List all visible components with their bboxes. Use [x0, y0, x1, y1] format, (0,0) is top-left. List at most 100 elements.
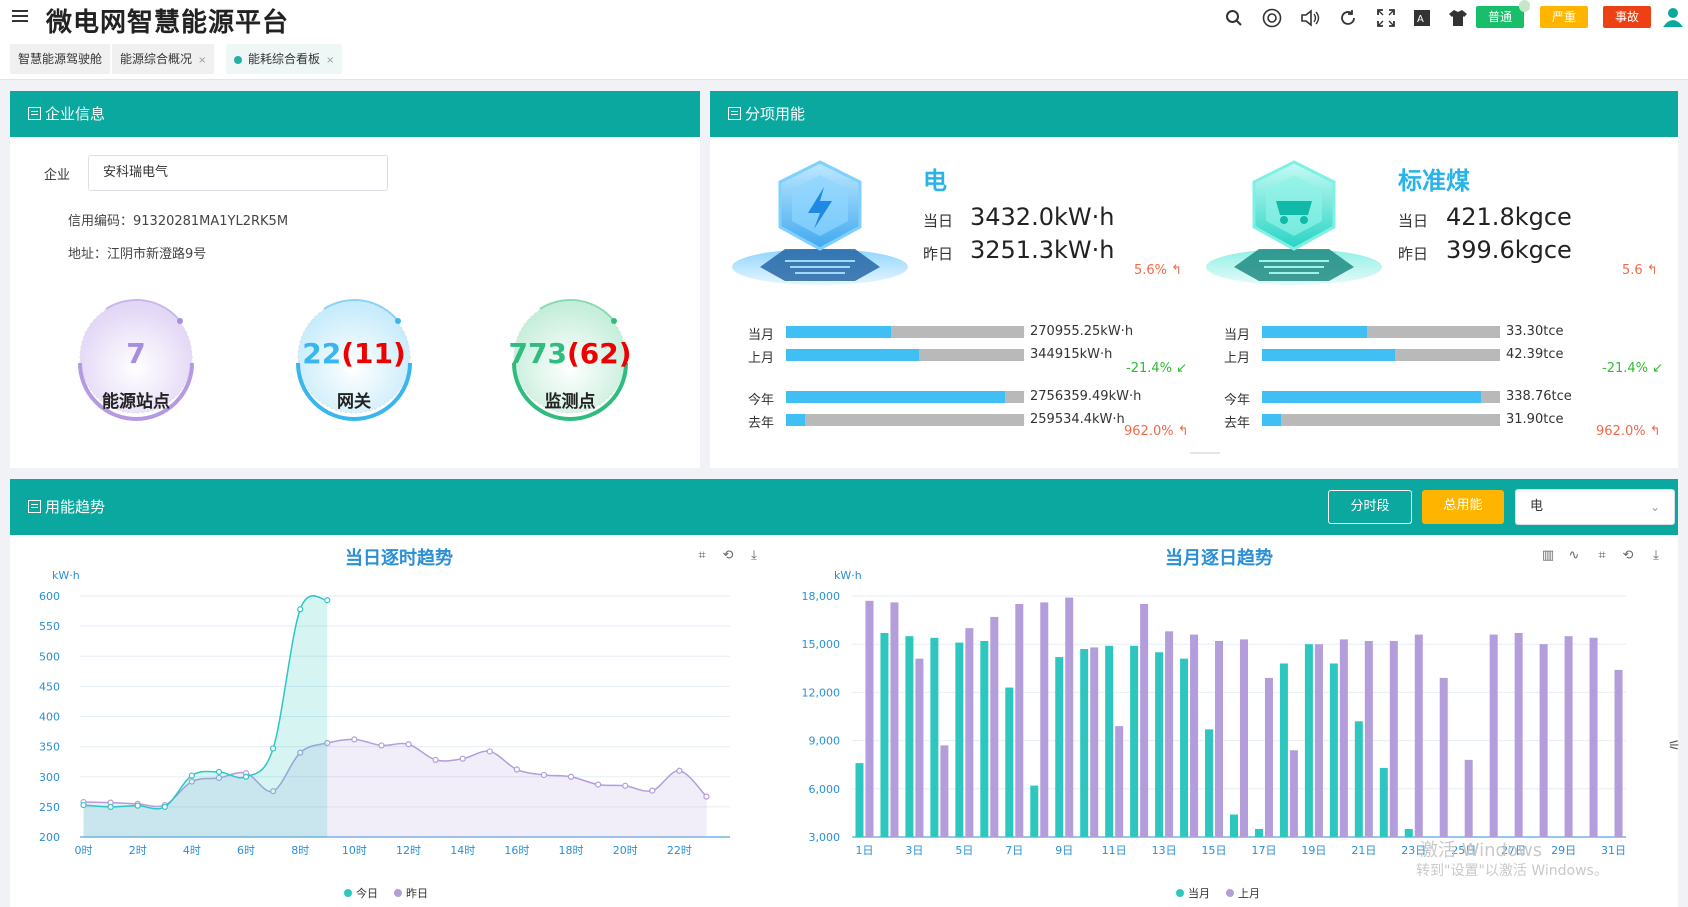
y-axis-label: kW·h [834, 569, 862, 582]
bar-last-month [1140, 604, 1149, 837]
x-tick-label: 0时 [75, 844, 93, 857]
x-tick-label: 31日 [1601, 844, 1626, 857]
activation-watermark-title: 激活 Windows [1420, 840, 1543, 861]
bar-current-month [1230, 814, 1238, 837]
bar-last-month [1190, 634, 1199, 837]
bar-last-month [890, 602, 899, 837]
data-point [486, 748, 493, 755]
bar-current-month [1205, 729, 1214, 837]
x-tick-label: 12时 [396, 844, 421, 857]
bar-current-month [980, 640, 989, 837]
data-point [351, 736, 358, 743]
data-point [161, 803, 168, 810]
bar-last-month [1514, 632, 1523, 837]
y-tick-label: 500 [39, 650, 60, 663]
y-tick-label: 3,000 [809, 831, 841, 844]
data-point [297, 606, 304, 613]
bar-last-month [1040, 602, 1049, 837]
bar-current-month [1304, 644, 1313, 837]
bar-current-month [1379, 767, 1388, 837]
y-tick-label: 15,000 [802, 638, 841, 651]
legend-marker [1226, 889, 1234, 897]
bar-current-month [1130, 645, 1139, 837]
bar-last-month [1614, 669, 1623, 837]
bar-current-month [1354, 721, 1363, 837]
bar-last-month [1314, 644, 1323, 837]
activation-watermark-text: 转到"设置"以激活 Windows。 [1416, 863, 1608, 879]
legend-marker [394, 889, 402, 897]
bar-current-month [1329, 663, 1338, 837]
data-point [242, 773, 250, 780]
x-tick-label: 29日 [1551, 844, 1576, 857]
x-tick-label: 18时 [559, 844, 584, 857]
bar-last-month [1464, 759, 1473, 837]
bar-last-month [1215, 640, 1224, 837]
data-point [134, 802, 141, 809]
x-tick-label: 4时 [183, 844, 201, 857]
data-point [513, 766, 520, 773]
bar-current-month [905, 636, 914, 837]
x-tick-label: 9日 [1055, 844, 1073, 857]
bar-current-month [1254, 828, 1263, 837]
y-tick-label: 450 [39, 680, 60, 693]
data-point [540, 771, 548, 779]
x-tick-label: 16时 [504, 844, 529, 857]
bar-last-month [1289, 750, 1298, 837]
data-point [703, 793, 710, 800]
y-tick-label: 9,000 [809, 735, 841, 748]
bar-last-month [1589, 637, 1598, 837]
data-point [459, 755, 466, 762]
x-tick-label: 22时 [667, 844, 692, 857]
bar-last-month [990, 616, 999, 837]
x-tick-label: 1日 [855, 844, 873, 857]
data-point [270, 745, 277, 752]
x-tick-label: 21日 [1351, 844, 1376, 857]
daily-trend-chart: kW·h 3,000 6,000 9,000 12,000 15,000 18,000 1日 3… [802, 569, 1627, 900]
x-tick-label: 14时 [450, 844, 475, 857]
bar-last-month [1539, 644, 1548, 837]
legend-marker [344, 889, 352, 897]
settings-slider-icon[interactable]: ⚟ [1668, 738, 1681, 754]
y-tick-label: 350 [39, 741, 60, 754]
bar-current-month [1105, 645, 1114, 837]
data-point [622, 782, 629, 789]
bar-current-month [930, 637, 939, 837]
y-tick-label: 300 [39, 771, 60, 784]
bar-current-month [1155, 652, 1164, 837]
legend-label: 今日 [356, 886, 378, 900]
x-tick-label: 11日 [1102, 844, 1127, 857]
hourly-trend-chart: kW·h 200 250 300 350 400 450 500 550 600 0时 2时 4时 6时 8… [39, 569, 730, 900]
bar-last-month [865, 600, 874, 837]
y-tick-label: 600 [39, 590, 60, 603]
bar-last-month [1389, 640, 1398, 837]
x-tick-label: 3日 [905, 844, 923, 857]
x-tick-label: 8时 [291, 844, 309, 857]
x-tick-label: 7日 [1005, 844, 1023, 857]
bar-last-month [1090, 647, 1099, 837]
bar-current-month [855, 763, 864, 837]
legend-label: 上月 [1238, 887, 1260, 900]
x-tick-label: 19日 [1301, 844, 1326, 857]
bar-last-month [915, 658, 924, 837]
bar-current-month [1279, 663, 1288, 837]
legend-label: 当月 [1188, 886, 1210, 900]
data-point [107, 803, 114, 810]
data-point [215, 768, 223, 776]
y-tick-label: 6,000 [809, 783, 841, 796]
data-point [188, 772, 195, 779]
bar-last-month [1115, 726, 1124, 837]
legend-label: 昨日 [406, 887, 428, 900]
legend-marker [1176, 889, 1184, 897]
x-tick-label: 20时 [613, 844, 638, 857]
x-tick-label: 2时 [129, 844, 147, 857]
bar-last-month [1414, 634, 1423, 837]
bar-current-month [1180, 658, 1189, 837]
bar-last-month [1439, 677, 1448, 837]
bar-current-month [880, 632, 889, 837]
x-tick-label: 6时 [237, 844, 255, 857]
data-point [378, 742, 385, 749]
bar-last-month [1364, 640, 1373, 837]
bar-last-month [1065, 597, 1074, 837]
bar-last-month [1165, 631, 1174, 837]
data-point [405, 741, 412, 748]
